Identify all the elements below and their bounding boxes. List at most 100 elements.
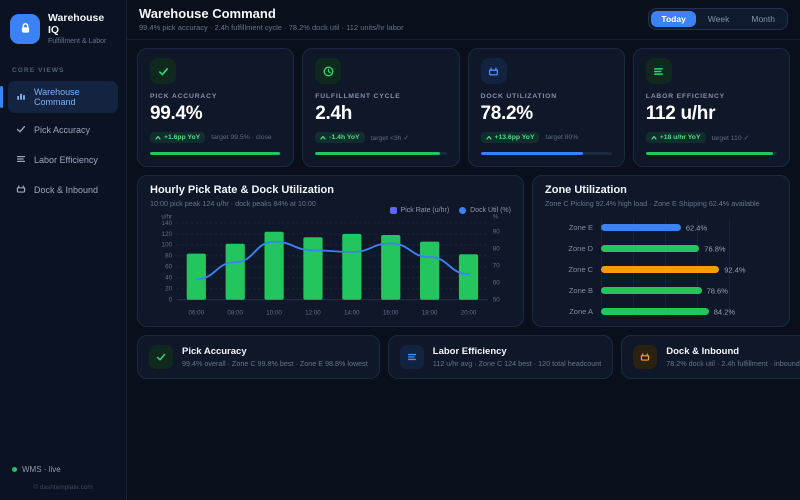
zone-bar xyxy=(601,224,681,231)
sidebar-item-warehouse-command[interactable]: Warehouse Command xyxy=(8,81,118,113)
svg-text:10:00: 10:00 xyxy=(266,309,282,316)
kpi-label: PICK ACCURACY xyxy=(150,93,281,100)
sidebar-item-labor-efficiency[interactable]: Labor Efficiency xyxy=(8,147,118,173)
zone-bar xyxy=(601,266,719,273)
svg-text:18:00: 18:00 xyxy=(422,309,438,316)
app-root: Warehouse IQ Fulfillment & Labor CORE VI… xyxy=(0,0,800,500)
live-status-dot xyxy=(12,467,17,472)
svg-text:60: 60 xyxy=(493,280,501,287)
connection-status: WMS · live xyxy=(12,465,114,474)
svg-text:60: 60 xyxy=(165,264,173,271)
zone-value: 84.2% xyxy=(714,307,735,316)
bar-chart-icon xyxy=(15,90,27,104)
zone-value: 78.6% xyxy=(707,286,728,295)
sidebar-section-label: CORE VIEWS xyxy=(12,67,114,74)
summary-card-dock-inbound: Dock & Inbound 78.2% dock util · 2.4h fu… xyxy=(621,335,800,379)
sidebar-item-label: Warehouse Command xyxy=(34,87,111,107)
svg-text:100: 100 xyxy=(162,242,173,249)
svg-text:06:00: 06:00 xyxy=(189,309,205,316)
sidebar-item-label: Labor Efficiency xyxy=(34,155,98,165)
app-title: Warehouse IQ xyxy=(48,12,116,36)
zone-row: Zone D 76.8% xyxy=(545,238,777,259)
sidebar-item-dock-inbound[interactable]: Dock & Inbound xyxy=(8,177,118,203)
zone-label: Zone E xyxy=(545,223,601,232)
kpi-progress-track xyxy=(646,152,777,155)
kpi-progress-track xyxy=(481,152,612,155)
lines-icon xyxy=(15,153,27,167)
copyright: © dashtemplate.com xyxy=(12,484,114,491)
range-week-button[interactable]: Week xyxy=(698,11,740,27)
kpi-progress-fill xyxy=(315,152,440,155)
clock-icon xyxy=(315,58,341,84)
zone-value: 92.4% xyxy=(724,265,745,274)
summary-row: Pick Accuracy 99.4% overall · Zone C 99.… xyxy=(137,335,790,379)
summary-title: Labor Efficiency xyxy=(433,346,601,357)
check-icon xyxy=(150,58,176,84)
kpi-value: 78.2% xyxy=(481,103,612,125)
legend-pick-rate: Pick Rate (u/hr) xyxy=(390,207,450,214)
summary-title: Pick Accuracy xyxy=(182,346,368,357)
kpi-progress-fill xyxy=(646,152,773,155)
zone-row: Zone A 84.2% xyxy=(545,301,777,322)
range-today-button[interactable]: Today xyxy=(651,11,695,27)
kpi-label: FULFILLMENT CYCLE xyxy=(315,93,446,100)
zone-chart-body: Zone E 62.4% Zone D 76.8% Zone C 92.4% xyxy=(545,217,777,322)
chart-legend: Pick Rate (u/hr) Dock Util (%) xyxy=(390,207,511,214)
svg-text:140: 140 xyxy=(162,220,173,227)
zone-bar xyxy=(601,245,699,252)
kpi-progress-fill xyxy=(481,152,583,155)
app-subtitle: Fulfillment & Labor xyxy=(48,38,116,45)
dock-icon xyxy=(15,183,27,197)
main-area: Warehouse Command 99.4% pick accuracy · … xyxy=(127,0,800,500)
svg-text:50: 50 xyxy=(493,297,501,304)
svg-text:14:00: 14:00 xyxy=(344,309,360,316)
zone-row: Zone C 92.4% xyxy=(545,259,777,280)
kpi-card-fulfillment-cycle: FULFILLMENT CYCLE 2.4h -1.4h YoY target … xyxy=(302,48,459,167)
zone-label: Zone D xyxy=(545,244,601,253)
trend-up-icon xyxy=(320,135,326,141)
sidebar-nav: Warehouse Command Pick Accuracy Labor Ef… xyxy=(0,79,126,205)
kpi-target: target 80% xyxy=(545,134,578,141)
legend-dot-marker xyxy=(459,207,466,214)
range-month-button[interactable]: Month xyxy=(741,11,785,27)
summary-card-pick-accuracy: Pick Accuracy 99.4% overall · Zone C 99.… xyxy=(137,335,380,379)
zone-label: Zone A xyxy=(545,307,601,316)
summary-text: 78.2% dock util · 2.4h fulfillment · inb… xyxy=(666,359,800,368)
brand: Warehouse IQ Fulfillment & Labor xyxy=(0,0,126,55)
hourly-chart-title: Hourly Pick Rate & Dock Utilization xyxy=(150,184,511,197)
check-icon xyxy=(149,345,173,369)
zone-bar xyxy=(601,308,709,315)
svg-text:16:00: 16:00 xyxy=(383,309,399,316)
page-header: Warehouse Command 99.4% pick accuracy · … xyxy=(127,0,800,40)
kpi-card-labor-efficiency: LABOR EFFICIENCY 112 u/hr +18 u/hr YoY t… xyxy=(633,48,790,167)
zone-chart-title: Zone Utilization xyxy=(545,184,777,197)
dock-icon xyxy=(481,58,507,84)
lines-icon xyxy=(646,58,672,84)
sidebar-item-pick-accuracy[interactable]: Pick Accuracy xyxy=(8,117,118,143)
kpi-target: target 110 ✓ xyxy=(712,134,750,142)
trend-up-icon xyxy=(155,135,161,141)
kpi-progress-fill xyxy=(150,152,280,155)
sidebar-item-label: Pick Accuracy xyxy=(34,125,90,135)
page-subtitle: 99.4% pick accuracy · 2.4h fulfillment c… xyxy=(139,23,404,32)
zone-row: Zone B 78.6% xyxy=(545,280,777,301)
summary-text: 99.4% overall · Zone C 99.8% best · Zone… xyxy=(182,359,368,368)
status-text: WMS · live xyxy=(22,465,61,474)
charts-row: Hourly Pick Rate & Dock Utilization 10:0… xyxy=(137,175,790,327)
yoy-badge: +1.6pp YoY xyxy=(150,132,205,143)
summary-title: Dock & Inbound xyxy=(666,346,800,357)
kpi-target: target <3h ✓ xyxy=(371,134,409,142)
legend-square-marker xyxy=(390,207,397,214)
kpi-card-pick-accuracy: PICK ACCURACY 99.4% +1.6pp YoY target 99… xyxy=(137,48,294,167)
svg-text:20: 20 xyxy=(165,286,173,293)
check-icon xyxy=(15,123,27,137)
range-toggle: Today Week Month xyxy=(648,8,788,30)
svg-text:40: 40 xyxy=(165,275,173,282)
kpi-target: target 99.5% · close xyxy=(211,134,271,141)
lock-icon xyxy=(10,14,40,44)
kpi-progress-track xyxy=(315,152,446,155)
summary-text: 112 u/hr avg · Zone C 124 best · 120 tot… xyxy=(433,359,601,368)
kpi-card-dock-utilization: DOCK UTILIZATION 78.2% +13.6pp YoY targe… xyxy=(468,48,625,167)
dock-icon xyxy=(633,345,657,369)
zone-label: Zone B xyxy=(545,286,601,295)
